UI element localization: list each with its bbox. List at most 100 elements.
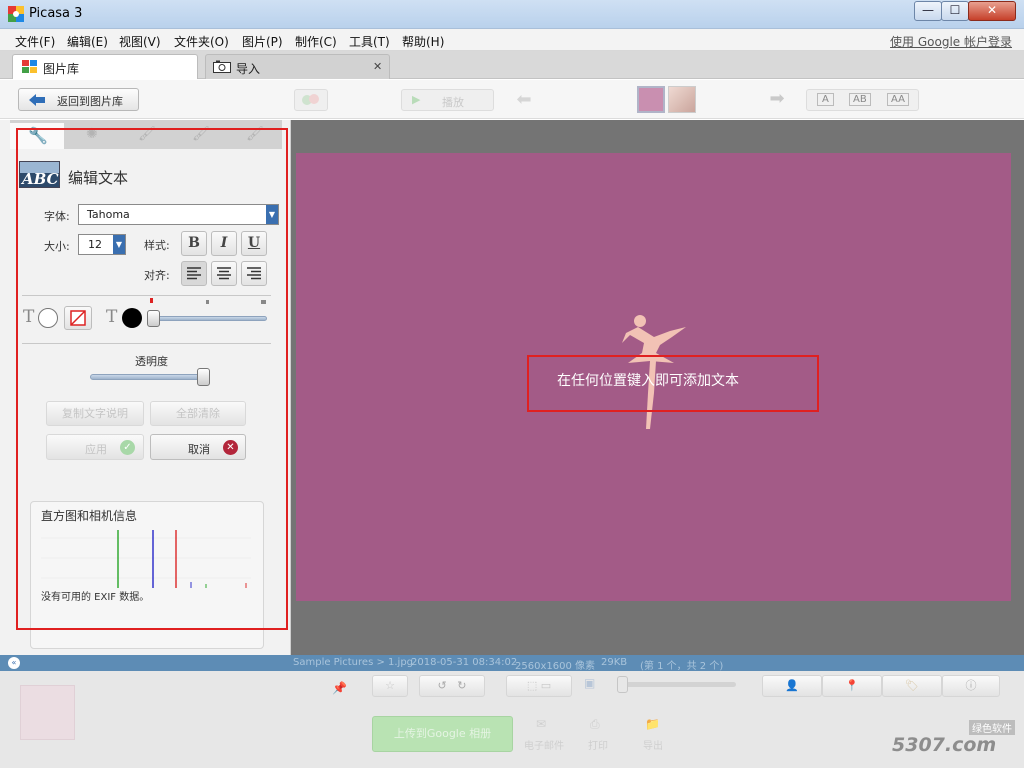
people-button[interactable]: 👤 xyxy=(762,675,822,697)
tab-tuning[interactable]: ✺ xyxy=(66,123,120,149)
menu-picture[interactable]: 图片(P) xyxy=(242,33,283,50)
menu-bar: 文件(F) 编辑(E) 视图(V) 文件夹(O) 图片(P) 制作(C) 工具(… xyxy=(0,29,1024,51)
star-button[interactable]: ☆ xyxy=(372,675,408,697)
rotate-group: ↺ ↻ xyxy=(419,675,485,697)
rotate-left-icon[interactable]: ↺ xyxy=(438,679,447,692)
outline-none-button[interactable] xyxy=(64,306,92,330)
tab-import[interactable]: 导入 ✕ xyxy=(205,54,390,79)
tab-bar: 图片库 导入 ✕ xyxy=(0,51,1024,79)
minimize-button[interactable]: — xyxy=(914,1,942,21)
tab-effects-2[interactable]: 🖌 xyxy=(174,123,228,149)
font-label: 字体: xyxy=(44,210,70,223)
tab-effects-3[interactable]: 🖌 xyxy=(228,123,282,149)
collage-button[interactable] xyxy=(294,89,328,111)
print-label[interactable]: 打印 xyxy=(588,737,608,752)
brush-icon: 🖌 xyxy=(138,126,156,142)
prev-arrow-icon[interactable]: ⬅ xyxy=(510,89,538,111)
menu-folder[interactable]: 文件夹(O) xyxy=(174,33,229,50)
zoom-slider[interactable] xyxy=(618,682,736,687)
add-text-prompt[interactable]: 在任何位置键入即可添加文本 xyxy=(557,370,739,390)
no-color-icon xyxy=(70,310,86,326)
thumb-next[interactable] xyxy=(668,86,696,113)
camera-icon xyxy=(213,60,231,73)
tab-library-label: 图片库 xyxy=(43,62,80,76)
status-size: 29KB xyxy=(601,657,628,668)
rotate-right-icon[interactable]: ↻ xyxy=(457,679,466,692)
zoom-icon[interactable]: ▣ xyxy=(584,676,595,690)
align-left-icon xyxy=(187,267,201,280)
menu-view[interactable]: 视图(V) xyxy=(119,33,161,50)
upload-button[interactable]: 上传到Google 相册 xyxy=(372,716,513,752)
menu-edit[interactable]: 编辑(E) xyxy=(67,33,108,50)
email-icon[interactable]: ✉ xyxy=(536,717,546,731)
library-icon xyxy=(22,60,37,73)
export-icon[interactable]: 📁 xyxy=(645,717,660,731)
brush-green-icon: 🖌 xyxy=(192,126,210,142)
tray-thumbnail[interactable] xyxy=(20,685,75,740)
google-login-link[interactable]: 使用 Google 帐户登录 xyxy=(890,33,1012,50)
places-button[interactable]: 📍 xyxy=(822,675,882,697)
window-title: Picasa 3 xyxy=(29,6,83,21)
back-to-library-button[interactable]: 返回到图片库 xyxy=(18,88,139,111)
tab-library[interactable]: 图片库 xyxy=(12,54,198,79)
histogram-chart xyxy=(41,530,251,588)
italic-button[interactable]: I xyxy=(211,231,237,256)
bold-button[interactable]: B xyxy=(181,231,207,256)
cancel-button[interactable]: 取消 ✕ xyxy=(150,434,246,460)
email-label[interactable]: 电子邮件 xyxy=(524,737,564,752)
menu-help[interactable]: 帮助(H) xyxy=(402,33,444,50)
divider xyxy=(22,343,271,344)
thumb-current[interactable] xyxy=(637,86,665,113)
chevron-down-icon[interactable]: ▼ xyxy=(266,205,278,224)
pin-icon[interactable]: 📌 xyxy=(332,681,347,695)
tab-basic-fixes[interactable]: 🔧 xyxy=(10,123,64,149)
outline-width-slider[interactable] xyxy=(150,316,267,321)
photo[interactable]: 在任何位置键入即可添加文本 xyxy=(296,153,1011,601)
tab-effects-1[interactable]: 🖌 xyxy=(120,123,174,149)
outline-color-swatch[interactable] xyxy=(122,308,142,328)
next-arrow-icon[interactable]: ➡ xyxy=(764,88,790,112)
caption-mode-ab[interactable]: AB xyxy=(849,93,871,106)
toolbar: 返回到图片库 ▶ 播放 ⬅ ➡ A AB AA xyxy=(0,80,1024,119)
align-center-button[interactable] xyxy=(211,261,237,286)
outline-slider-handle[interactable] xyxy=(147,310,160,327)
size-select[interactable]: 12 ▼ xyxy=(78,234,126,255)
menu-tools[interactable]: 工具(T) xyxy=(349,33,390,50)
font-select[interactable]: Tahoma ▼ xyxy=(78,204,279,225)
size-chevron-down-icon[interactable]: ▼ xyxy=(113,235,125,254)
transparency-slider-handle[interactable] xyxy=(197,368,210,386)
clear-all-button[interactable]: 全部清除 xyxy=(150,401,246,426)
print-icon[interactable]: ⎙ xyxy=(590,717,600,732)
picasa-logo-icon xyxy=(8,6,24,22)
maximize-button[interactable]: ☐ xyxy=(941,1,969,21)
info-button[interactable]: ⓘ xyxy=(942,675,1000,697)
caption-mode-aa[interactable]: AA xyxy=(887,93,909,106)
align-label: 对齐: xyxy=(144,269,170,282)
collapse-icon[interactable]: « xyxy=(8,657,20,669)
style-label: 样式: xyxy=(144,239,170,252)
view-mode-group[interactable]: ⬚ ▭ xyxy=(506,675,572,697)
zoom-slider-handle[interactable] xyxy=(617,676,628,693)
play-button[interactable]: ▶ 播放 xyxy=(401,89,494,111)
tags-button[interactable]: 🏷 xyxy=(882,675,942,697)
copy-caption-button[interactable]: 复制文字说明 xyxy=(46,401,144,426)
tab-close-icon[interactable]: ✕ xyxy=(373,60,382,73)
align-right-button[interactable] xyxy=(241,261,267,286)
menu-create[interactable]: 制作(C) xyxy=(295,33,337,50)
caption-mode-a[interactable]: A xyxy=(817,93,834,106)
text-color-swatch[interactable] xyxy=(38,308,58,328)
menu-file[interactable]: 文件(F) xyxy=(15,33,55,50)
apply-label: 应用 xyxy=(85,443,107,456)
align-center-icon xyxy=(217,267,231,280)
export-label[interactable]: 导出 xyxy=(643,737,663,752)
underline-button[interactable]: U xyxy=(241,231,267,256)
tab-import-label: 导入 xyxy=(236,62,261,76)
transparency-slider[interactable] xyxy=(90,374,208,380)
collage-icon xyxy=(302,94,319,105)
status-bar: « Sample Pictures > 1.jpg 2018-05-31 08:… xyxy=(0,655,1024,672)
size-label: 大小: xyxy=(44,240,70,253)
align-left-button[interactable] xyxy=(181,261,207,286)
apply-button[interactable]: 应用 ✓ xyxy=(46,434,144,460)
close-button[interactable]: ✕ xyxy=(968,1,1016,21)
text-color-icon: T xyxy=(23,307,35,327)
